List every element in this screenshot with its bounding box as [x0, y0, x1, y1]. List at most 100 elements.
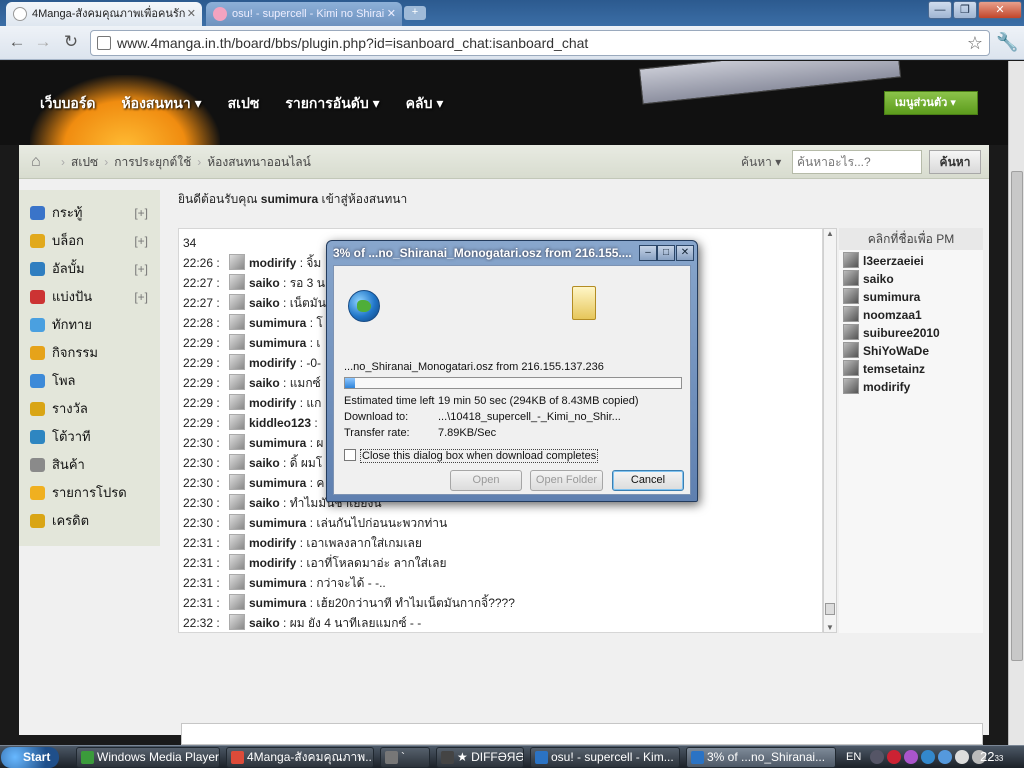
taskbar-button[interactable]: 4Manga-สังคมคุณภาพ...: [226, 747, 374, 768]
close-when-done-checkbox[interactable]: Close this dialog box when download comp…: [344, 449, 599, 463]
expand-button[interactable]: [+]: [134, 283, 148, 311]
pm-user[interactable]: saiko: [843, 270, 894, 288]
chat-scrollbar[interactable]: ▲ ▼: [823, 228, 837, 633]
sidebar-item[interactable]: กระทู้ [+]: [19, 199, 160, 227]
chat-username[interactable]: saiko: [249, 296, 280, 310]
start-button[interactable]: Start: [1, 747, 59, 768]
page-scrollbar[interactable]: [1008, 61, 1024, 745]
search-button[interactable]: ค้นหา: [929, 150, 981, 174]
sidebar-item[interactable]: สินค้า: [19, 451, 160, 479]
tab-4manga[interactable]: 4Manga-สังคมคุณภาพเพื่อคนรัก ✕: [6, 2, 202, 26]
sidebar-item[interactable]: โพล: [19, 367, 160, 395]
chat-username[interactable]: modirify: [249, 556, 296, 570]
avatar[interactable]: [229, 394, 245, 410]
chat-username[interactable]: modirify: [249, 536, 296, 550]
avatar[interactable]: [229, 554, 245, 570]
breadcrumb-space[interactable]: สเปซ: [71, 145, 98, 179]
chat-username[interactable]: sumimura: [249, 476, 306, 490]
scroll-up-icon[interactable]: ▲: [826, 229, 834, 238]
sidebar-item[interactable]: โต้วาที: [19, 423, 160, 451]
wrench-icon[interactable]: 🔧: [996, 32, 1018, 53]
close-tab-icon[interactable]: ✕: [187, 2, 196, 26]
nav-webboard[interactable]: เว็บบอร์ด: [40, 93, 95, 115]
avatar[interactable]: [229, 354, 245, 370]
avatar[interactable]: [229, 514, 245, 530]
reload-icon[interactable]: ↻: [60, 32, 82, 54]
avatar[interactable]: [229, 614, 245, 630]
avatar[interactable]: [229, 574, 245, 590]
chat-username[interactable]: saiko: [249, 376, 280, 390]
chat-username[interactable]: saiko: [249, 456, 280, 470]
chat-username[interactable]: sumimura: [249, 596, 306, 610]
taskbar-button[interactable]: ★ DIFFƏЯƏ...: [436, 747, 524, 768]
sidebar-item[interactable]: บล็อก [+]: [19, 227, 160, 255]
sidebar-item[interactable]: เครดิต: [19, 507, 160, 535]
page-scroll-thumb[interactable]: [1011, 171, 1023, 661]
dialog-close-button[interactable]: ✕: [676, 245, 694, 261]
chat-username[interactable]: saiko: [249, 616, 280, 630]
pm-user[interactable]: suiburee2010: [843, 324, 940, 342]
search-input[interactable]: [792, 150, 922, 174]
taskbar-button[interactable]: `: [380, 747, 430, 768]
chat-username[interactable]: sumimura: [249, 336, 306, 350]
chat-username[interactable]: kiddleo123: [249, 416, 311, 430]
nav-ranking[interactable]: รายการอันดับ ▾: [285, 93, 379, 115]
avatar[interactable]: [229, 374, 245, 390]
avatar[interactable]: [229, 254, 245, 270]
avatar[interactable]: [229, 454, 245, 470]
breadcrumb-apps[interactable]: การประยุกต์ใช้: [114, 145, 191, 179]
home-icon[interactable]: ⌂: [31, 153, 41, 171]
close-window-button[interactable]: ✕: [978, 1, 1022, 19]
nav-club[interactable]: คลับ ▾: [406, 93, 444, 115]
taskbar-button[interactable]: Windows Media Player: [76, 747, 220, 768]
chat-username[interactable]: sumimura: [249, 516, 306, 530]
avatar[interactable]: [229, 494, 245, 510]
chat-username[interactable]: saiko: [249, 496, 280, 510]
dialog-maximize-button[interactable]: □: [657, 245, 675, 261]
sidebar-item[interactable]: รางวัล: [19, 395, 160, 423]
open-button[interactable]: Open: [450, 470, 522, 491]
cancel-button[interactable]: Cancel: [612, 470, 684, 491]
sidebar-item[interactable]: แบ่งปัน [+]: [19, 283, 160, 311]
chat-username[interactable]: sumimura: [249, 316, 306, 330]
sidebar-item[interactable]: อัลบั้ม [+]: [19, 255, 160, 283]
pm-user[interactable]: temsetainz: [843, 360, 925, 378]
avatar[interactable]: [229, 594, 245, 610]
expand-button[interactable]: [+]: [134, 227, 148, 255]
avatar[interactable]: [229, 294, 245, 310]
taskbar-button[interactable]: osu! - supercell - Kim...: [530, 747, 680, 768]
address-bar[interactable]: www.4manga.in.th/board/bbs/plugin.php?id…: [90, 30, 990, 56]
bookmark-star-icon[interactable]: ☆: [967, 33, 983, 54]
pm-user[interactable]: sumimura: [843, 288, 920, 306]
breadcrumb-chatroom[interactable]: ห้องสนทนาออนไลน์: [207, 145, 311, 179]
avatar[interactable]: [229, 414, 245, 430]
tray-app-icon[interactable]: [904, 750, 918, 764]
sidebar-item[interactable]: รายการโปรด: [19, 479, 160, 507]
expand-button[interactable]: [+]: [134, 255, 148, 283]
pm-user[interactable]: l3eerzaeiei: [843, 252, 924, 270]
tray-app-icon[interactable]: [887, 750, 901, 764]
avatar[interactable]: [229, 434, 245, 450]
avatar[interactable]: [229, 314, 245, 330]
pm-user[interactable]: ShiYoWaDe: [843, 342, 929, 360]
forward-icon[interactable]: →: [32, 32, 54, 54]
chat-message-input[interactable]: [181, 723, 983, 745]
avatar[interactable]: [229, 274, 245, 290]
scroll-down-icon[interactable]: ▼: [826, 623, 834, 632]
open-folder-button[interactable]: Open Folder: [530, 470, 603, 491]
close-tab-icon[interactable]: ✕: [387, 2, 396, 26]
pm-user[interactable]: modirify: [843, 378, 910, 396]
personal-menu-button[interactable]: เมนูส่วนตัว ▾: [884, 91, 978, 115]
chat-username[interactable]: sumimura: [249, 436, 306, 450]
chat-username[interactable]: modirify: [249, 356, 296, 370]
pm-user[interactable]: noomzaa1: [843, 306, 922, 324]
dialog-minimize-button[interactable]: –: [639, 245, 657, 261]
minimize-button[interactable]: —: [928, 1, 952, 19]
tray-arrow-icon[interactable]: [870, 750, 884, 764]
tray-download-icon[interactable]: [955, 750, 969, 764]
sidebar-item[interactable]: กิจกรรม: [19, 339, 160, 367]
sidebar-item[interactable]: ทักทาย: [19, 311, 160, 339]
taskbar-button[interactable]: 3% of ...no_Shiranai...: [686, 747, 836, 768]
taskbar-clock[interactable]: 2233PM: [980, 748, 1003, 768]
search-scope-dropdown[interactable]: ค้นหา ▾: [741, 145, 781, 179]
